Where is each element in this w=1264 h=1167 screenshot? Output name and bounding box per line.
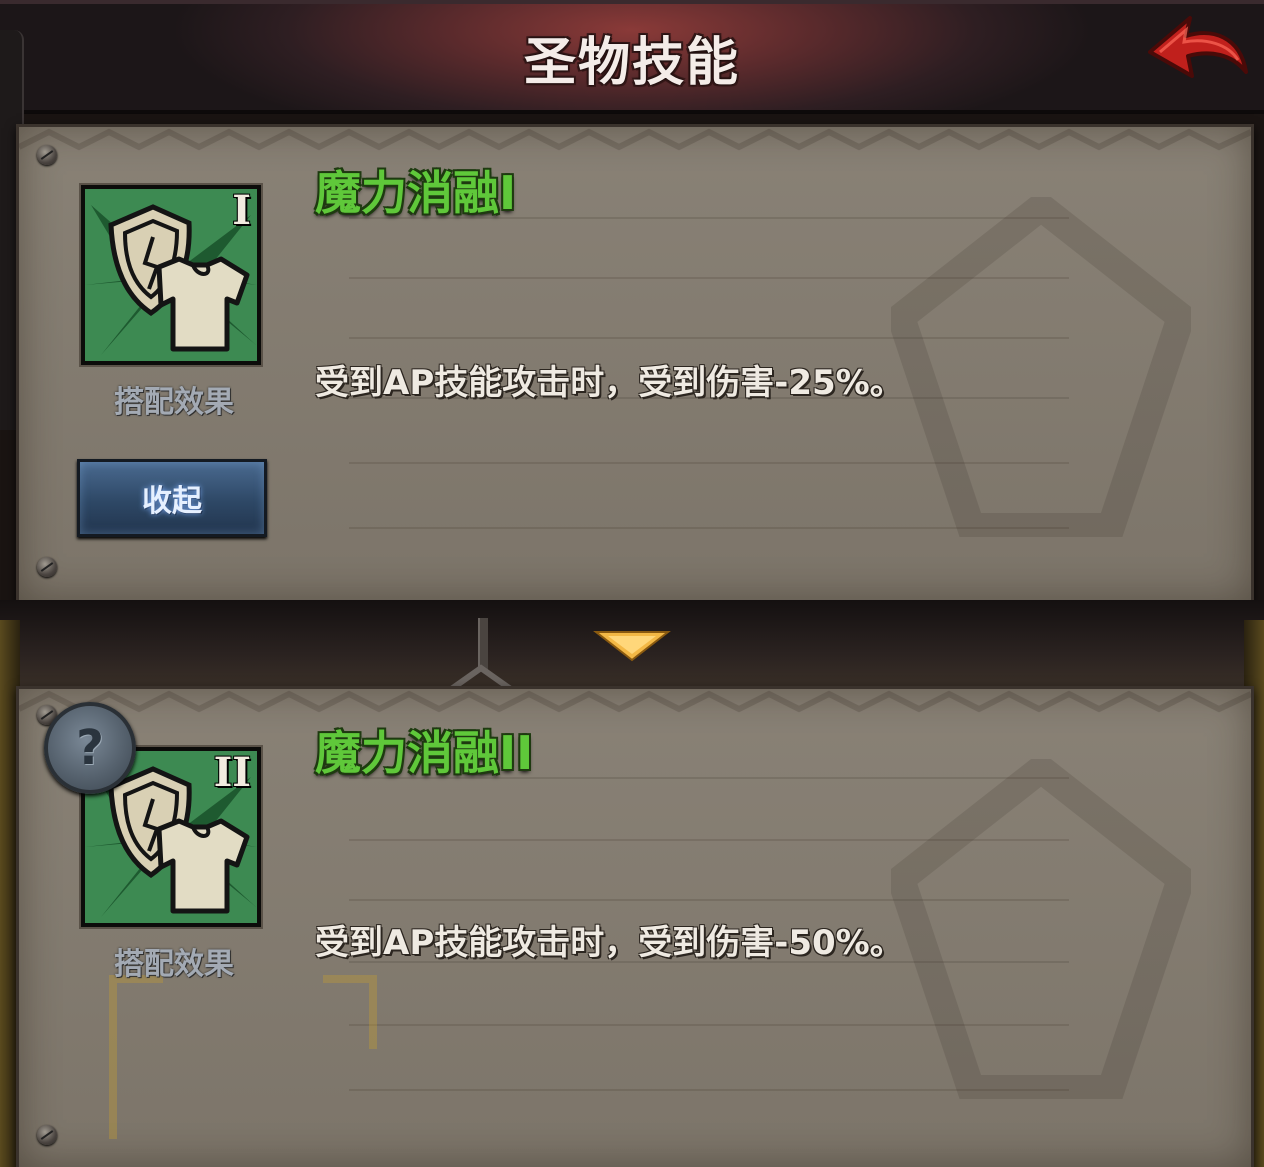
skill-description: 受到AP技能攻击时，受到伤害-25%。 bbox=[315, 363, 904, 403]
skill-description: 受到AP技能攻击时，受到伤害-50%。 bbox=[315, 923, 904, 963]
divider-line bbox=[349, 337, 1069, 339]
screw-icon bbox=[37, 1125, 57, 1145]
skill-icon-frame: I bbox=[79, 183, 263, 367]
skill-name: 魔力消融II bbox=[315, 726, 534, 780]
divider-line bbox=[349, 1089, 1069, 1091]
zigzag-pattern bbox=[19, 128, 1251, 151]
relic-skills-screen: 圣物技能 I 搭配效果 魔力消融I 受到AP技能攻击时，受到伤害-25%。 收起… bbox=[0, 0, 1264, 1167]
screw-icon bbox=[37, 145, 57, 165]
combo-effect-label: 搭配效果 bbox=[114, 385, 234, 420]
back-button[interactable] bbox=[1140, 10, 1252, 100]
screw-icon bbox=[37, 557, 57, 577]
emblem-watermark bbox=[891, 197, 1191, 537]
expand-arrow-icon[interactable] bbox=[592, 628, 672, 664]
skill-tier-label: I bbox=[232, 187, 251, 234]
combo-effect-label: 搭配效果 bbox=[114, 947, 234, 982]
help-button[interactable]: ? bbox=[44, 702, 136, 794]
skill-tier-label: II bbox=[213, 749, 251, 796]
divider-line bbox=[349, 462, 1069, 464]
back-arrow-icon bbox=[1148, 16, 1248, 78]
skill-panel-2: II 搭配效果 魔力消融II 受到AP技能攻击时，受到伤害-50%。 bbox=[16, 686, 1254, 1167]
frame-corner-deco bbox=[109, 975, 377, 1139]
divider-line bbox=[349, 899, 1069, 901]
skill-name: 魔力消融I bbox=[315, 166, 517, 220]
divider-line bbox=[349, 839, 1069, 841]
emblem-watermark bbox=[891, 759, 1191, 1099]
zigzag-pattern bbox=[19, 690, 1251, 713]
divider-line bbox=[349, 277, 1069, 279]
collapse-button[interactable]: 收起 bbox=[77, 459, 267, 537]
skill-panel-1: I 搭配效果 魔力消融I 受到AP技能攻击时，受到伤害-25%。 收起 bbox=[16, 124, 1254, 604]
header-bar: 圣物技能 bbox=[0, 0, 1264, 114]
collapse-button-label: 收起 bbox=[142, 484, 202, 519]
divider-line bbox=[349, 527, 1069, 529]
page-title: 圣物技能 bbox=[523, 33, 740, 93]
question-mark-icon: ? bbox=[76, 720, 104, 776]
divider-line bbox=[349, 1024, 1069, 1026]
